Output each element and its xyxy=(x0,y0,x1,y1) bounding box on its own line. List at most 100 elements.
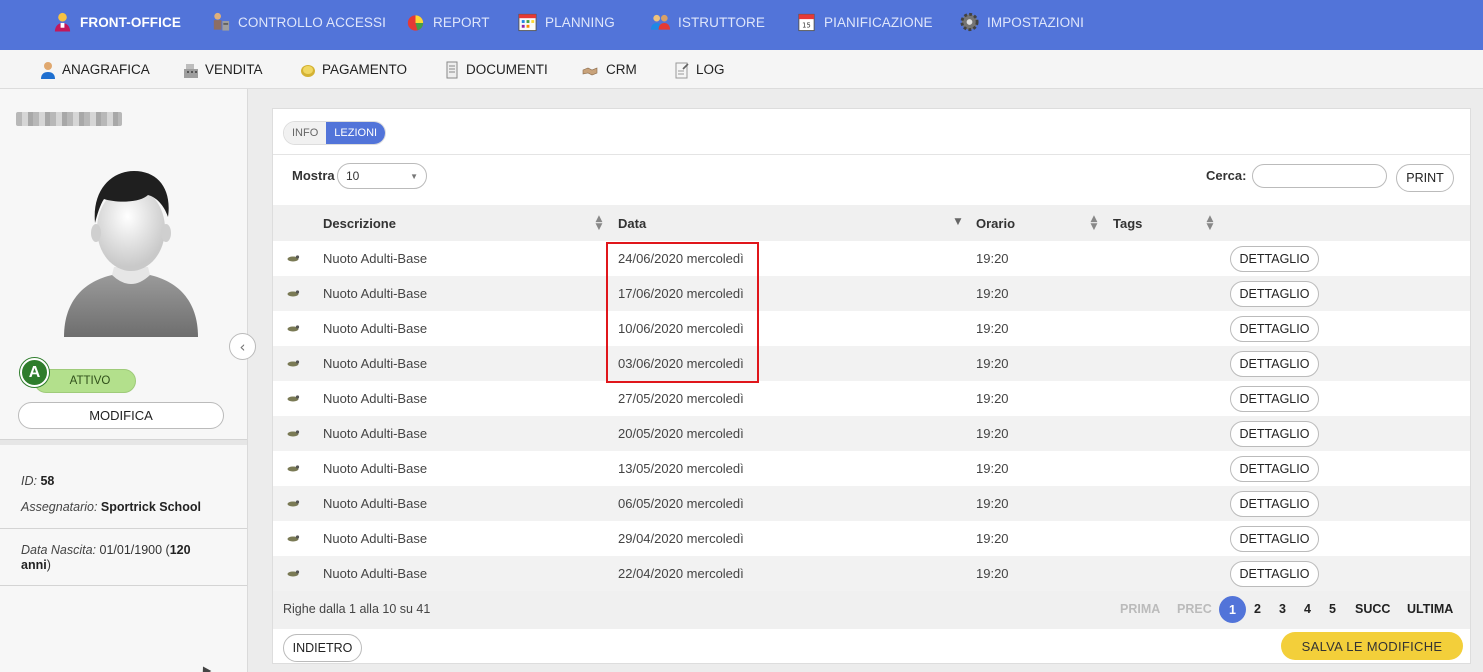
user-icon xyxy=(54,12,71,32)
sort-desc-icon[interactable]: ▼ xyxy=(953,218,963,227)
customer-name-redacted xyxy=(16,112,122,126)
turnstile-icon xyxy=(213,12,230,31)
sort-both-icon[interactable]: ▲ ▼ xyxy=(1205,215,1215,232)
cell-orario: 19:20 xyxy=(976,531,1009,546)
nav-report[interactable]: REPORT xyxy=(405,0,490,44)
cell-orario: 19:20 xyxy=(976,566,1009,581)
calendar-grid-icon xyxy=(518,13,537,32)
dettaglio-button[interactable]: DETTAGLIO xyxy=(1230,316,1319,342)
cell-orario: 19:20 xyxy=(976,426,1009,441)
pagination-first[interactable]: PRIMA xyxy=(1120,595,1160,623)
cell-descrizione: Nuoto Adulti-Base xyxy=(323,251,428,266)
pagination-page-3[interactable]: 3 xyxy=(1279,595,1286,623)
subnav-vendita[interactable]: VENDITA xyxy=(183,50,263,89)
nav-planning[interactable]: PLANNING xyxy=(517,0,615,44)
pagination-next[interactable]: SUCC xyxy=(1355,595,1390,623)
dettaglio-button[interactable]: DETTAGLIO xyxy=(1230,421,1319,447)
sort-both-icon[interactable]: ▲ ▼ xyxy=(1089,215,1099,232)
subnav-crm[interactable]: CRM xyxy=(580,50,637,89)
column-header-orario[interactable]: Orario xyxy=(976,205,1015,241)
table-row: Nuoto Adulti-Base 29/04/2020 mercoledì 1… xyxy=(273,521,1470,556)
nascita-close: ) xyxy=(46,558,51,572)
cell-descrizione: Nuoto Adulti-Base xyxy=(323,391,428,406)
calendar-icon: 15 xyxy=(798,13,815,32)
id-label: ID: xyxy=(21,474,37,488)
tabs-divider xyxy=(273,154,1470,155)
table-row: Nuoto Adulti-Base 03/06/2020 mercoledì 1… xyxy=(273,346,1470,381)
nav-impostazioni-label: IMPOSTAZIONI xyxy=(987,14,1084,30)
tab-lezioni[interactable]: LEZIONI xyxy=(326,122,386,144)
pie-chart-icon xyxy=(407,15,424,31)
table-row: Nuoto Adulti-Base 06/05/2020 mercoledì 1… xyxy=(273,486,1470,521)
cell-orario: 19:20 xyxy=(976,286,1009,301)
pagination-bar: Righe dalla 1 alla 10 su 41 PRIMA PREC 1… xyxy=(273,591,1470,629)
collapse-sidebar-button[interactable]: ‹ xyxy=(229,333,256,360)
table-row: Nuoto Adulti-Base 22/04/2020 mercoledì 1… xyxy=(273,556,1470,591)
dettaglio-button[interactable]: DETTAGLIO xyxy=(1230,561,1319,587)
assegnatario-label: Assegnatario: xyxy=(21,500,98,514)
column-header-descrizione[interactable]: Descrizione xyxy=(323,205,396,241)
cell-data: 06/05/2020 mercoledì xyxy=(618,496,744,511)
dettaglio-button[interactable]: DETTAGLIO xyxy=(1230,246,1319,272)
cell-data: 03/06/2020 mercoledì xyxy=(618,356,744,371)
swimmer-icon xyxy=(287,255,300,262)
subnav-documenti[interactable]: DOCUMENTI xyxy=(444,50,548,89)
gear-icon xyxy=(960,12,979,32)
log-icon xyxy=(675,62,689,78)
page-size-select[interactable]: 10 ▼ xyxy=(337,163,427,189)
nav-impostazioni[interactable]: IMPOSTAZIONI xyxy=(959,0,1084,44)
sidebar-divider xyxy=(0,585,247,586)
pagination-page-2[interactable]: 2 xyxy=(1254,595,1261,623)
subnav-log[interactable]: LOG xyxy=(674,50,725,89)
swimmer-icon xyxy=(287,465,300,472)
dropdown-arrow-icon: ▼ xyxy=(410,172,418,181)
sidebar-divider xyxy=(0,439,247,445)
chevron-left-icon: ‹ xyxy=(239,337,246,356)
person-icon xyxy=(41,61,55,79)
save-changes-button[interactable]: SALVA LE MODIFICHE xyxy=(1281,632,1463,660)
sidebar-divider xyxy=(0,528,247,529)
dettaglio-button[interactable]: DETTAGLIO xyxy=(1230,386,1319,412)
table-row: Nuoto Adulti-Base 13/05/2020 mercoledì 1… xyxy=(273,451,1470,486)
cell-data: 20/05/2020 mercoledì xyxy=(618,426,744,441)
cell-orario: 19:20 xyxy=(976,321,1009,336)
pagination-page-5[interactable]: 5 xyxy=(1329,595,1336,623)
tab-info[interactable]: INFO xyxy=(284,122,327,144)
cell-descrizione: Nuoto Adulti-Base xyxy=(323,426,428,441)
cell-descrizione: Nuoto Adulti-Base xyxy=(323,321,428,336)
pagination-prev[interactable]: PREC xyxy=(1177,595,1212,623)
nav-controllo-accessi[interactable]: CONTROLLO ACCESSI xyxy=(210,0,386,44)
cell-data: 24/06/2020 mercoledì xyxy=(618,251,744,266)
indietro-button[interactable]: INDIETRO xyxy=(283,634,362,662)
dettaglio-button[interactable]: DETTAGLIO xyxy=(1230,491,1319,517)
nascita-value: 01/01/1900 ( xyxy=(99,543,170,557)
swimmer-icon xyxy=(287,395,300,402)
table-row: Nuoto Adulti-Base 10/06/2020 mercoledì 1… xyxy=(273,311,1470,346)
dettaglio-button[interactable]: DETTAGLIO xyxy=(1230,281,1319,307)
rows-info: Righe dalla 1 alla 10 su 41 xyxy=(283,602,431,616)
pagination-page-1[interactable]: 1 xyxy=(1219,596,1246,623)
swimmer-icon xyxy=(287,325,300,332)
nav-istruttore[interactable]: ISTRUTTORE xyxy=(650,0,765,44)
column-header-tags[interactable]: Tags xyxy=(1113,205,1142,241)
subnav-anagrafica[interactable]: ANAGRAFICA xyxy=(40,50,150,89)
subnav-pagamento[interactable]: PAGAMENTO xyxy=(300,50,407,89)
cell-data: 17/06/2020 mercoledì xyxy=(618,286,744,301)
nav-front-office[interactable]: FRONT-OFFICE xyxy=(52,0,181,44)
column-header-data[interactable]: Data xyxy=(618,205,646,241)
sort-both-icon[interactable]: ▲ ▼ xyxy=(594,215,604,232)
mostra-label: Mostra xyxy=(292,168,335,183)
swimmer-icon xyxy=(287,360,300,367)
dettaglio-button[interactable]: DETTAGLIO xyxy=(1230,351,1319,377)
modifica-button[interactable]: MODIFICA xyxy=(18,402,224,429)
lessons-panel: INFO LEZIONI Mostra 10 ▼ Cerca: PRINT De… xyxy=(272,108,1471,664)
pagination-last[interactable]: ULTIMA xyxy=(1407,595,1453,623)
pagination-page-4[interactable]: 4 xyxy=(1304,595,1311,623)
search-input[interactable] xyxy=(1252,164,1387,188)
nav-pianificazione[interactable]: 15 PIANIFICAZIONE xyxy=(796,0,933,44)
assegnatario-line: Assegnatario: Sportrick School xyxy=(21,500,201,514)
print-button[interactable]: PRINT xyxy=(1396,164,1454,192)
subnav-documenti-label: DOCUMENTI xyxy=(466,62,548,77)
dettaglio-button[interactable]: DETTAGLIO xyxy=(1230,526,1319,552)
dettaglio-button[interactable]: DETTAGLIO xyxy=(1230,456,1319,482)
